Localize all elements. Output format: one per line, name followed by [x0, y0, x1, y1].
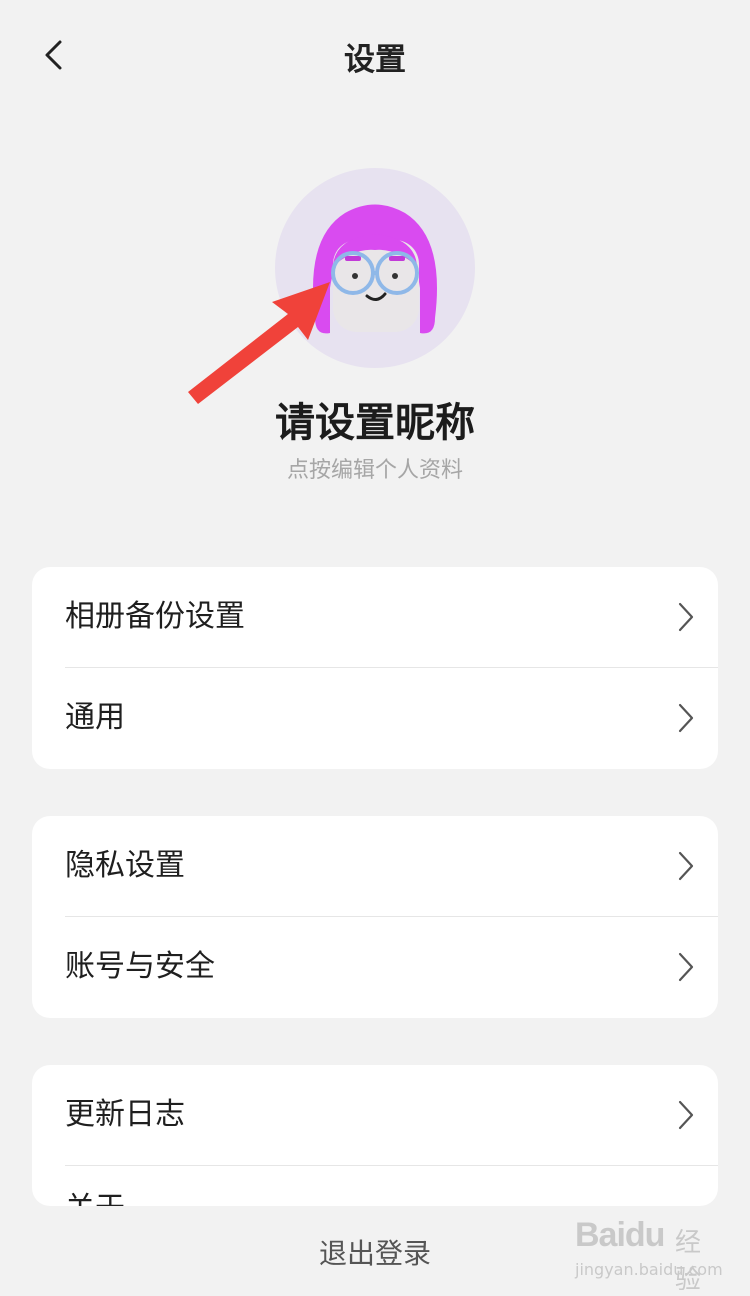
- chevron-right-icon: [676, 702, 696, 734]
- watermark-suffix: 经验: [675, 1228, 702, 1295]
- settings-group-2: 隐私设置 账号与安全: [32, 816, 718, 1018]
- settings-item-label: 关于: [65, 1194, 125, 1207]
- baidu-jingyan-watermark: Baidu 经验 jingyan.baidu.com: [575, 1208, 725, 1295]
- watermark-url: jingyan.baidu.com: [575, 1260, 723, 1279]
- settings-item-account-security[interactable]: 账号与安全: [32, 917, 718, 1017]
- settings-group-1: 相册备份设置 通用: [32, 567, 718, 769]
- settings-item-label: 账号与安全: [65, 949, 215, 984]
- settings-item-label: 通用: [65, 700, 125, 735]
- settings-item-label: 隐私设置: [65, 848, 185, 883]
- settings-item-privacy[interactable]: 隐私设置: [32, 816, 718, 916]
- settings-item-changelog[interactable]: 更新日志: [32, 1065, 718, 1165]
- settings-item-album-backup[interactable]: 相册备份设置: [32, 567, 718, 667]
- page-title: 设置: [344, 42, 406, 78]
- edit-profile-hint: 点按编辑个人资料: [286, 458, 463, 483]
- chevron-right-icon: [676, 1099, 696, 1131]
- settings-item-general[interactable]: 通用: [32, 668, 718, 768]
- settings-item-label: 相册备份设置: [65, 599, 245, 634]
- settings-group-3: 更新日志 关于: [32, 1065, 718, 1206]
- watermark-logo: Baidu: [575, 1216, 665, 1254]
- header-bar: 设置: [0, 0, 750, 110]
- chevron-right-icon: [676, 850, 696, 882]
- nickname-label[interactable]: 请设置昵称: [0, 390, 750, 448]
- settings-item-label: 更新日志: [65, 1097, 185, 1132]
- chevron-right-icon: [676, 601, 696, 633]
- settings-item-about[interactable]: 关于: [32, 1166, 718, 1207]
- chevron-right-icon: [676, 951, 696, 983]
